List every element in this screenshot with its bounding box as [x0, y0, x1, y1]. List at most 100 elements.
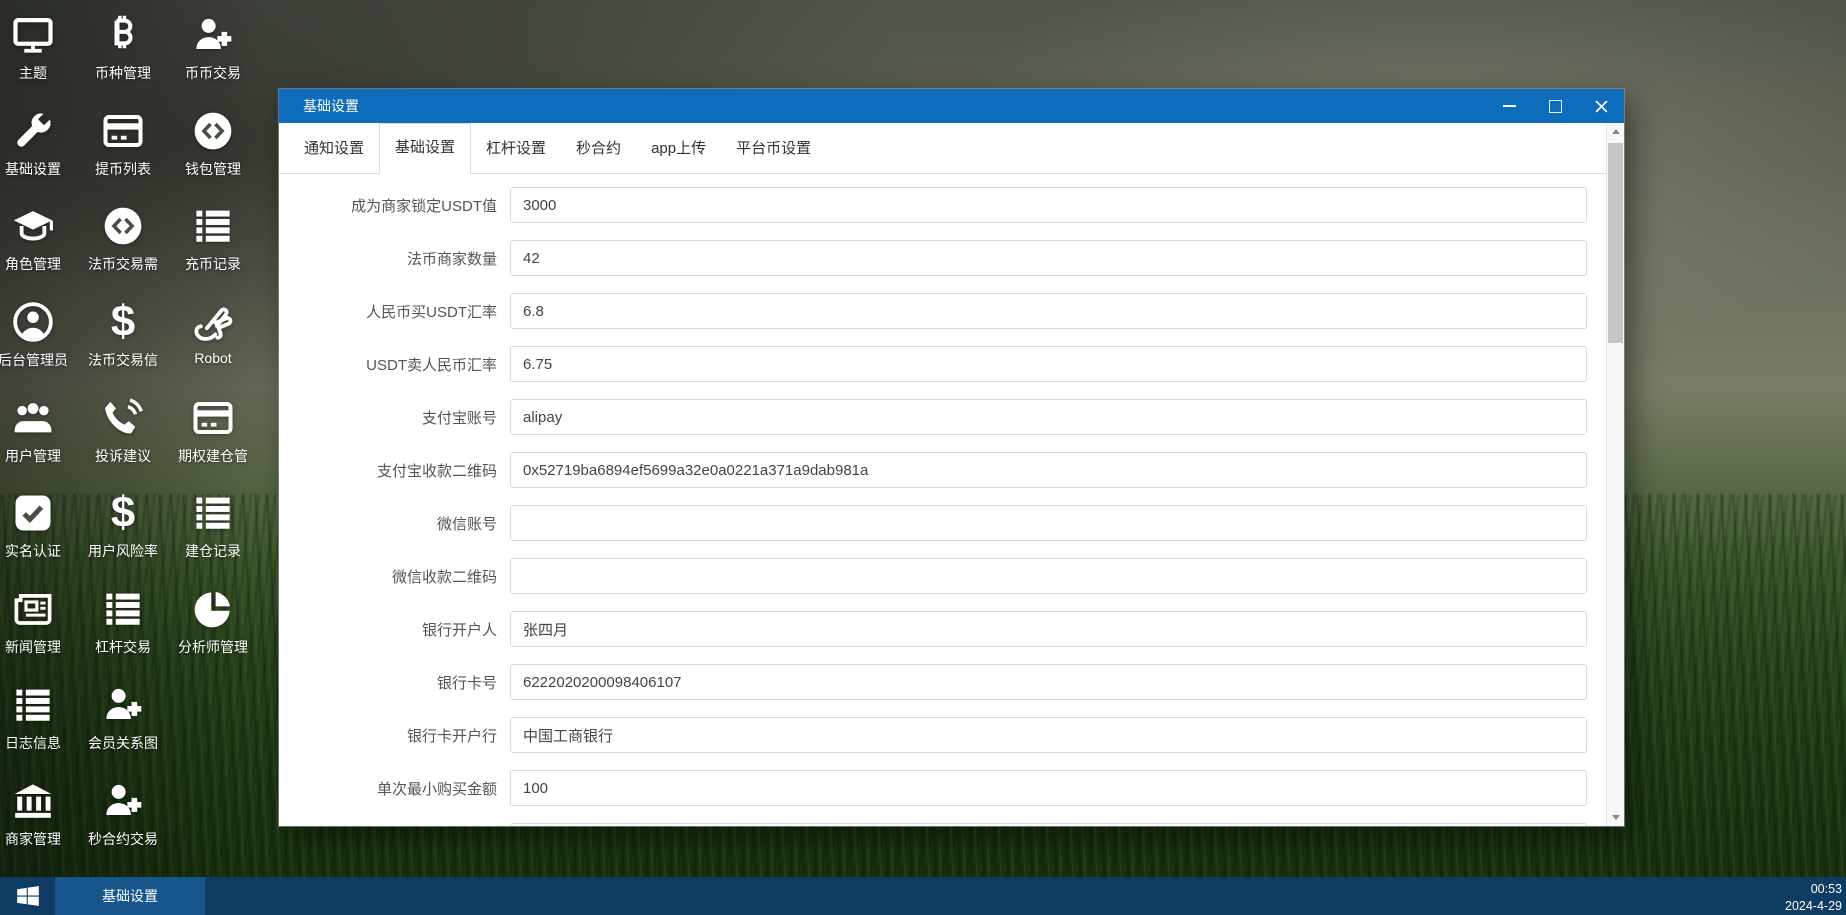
dialog-titlebar[interactable]: 基础设置 — [279, 89, 1624, 123]
form-field: 银行开户人 — [303, 611, 1624, 647]
dialog-tab[interactable]: app上传 — [636, 124, 721, 173]
sidebar-item[interactable]: 分析师管理 — [168, 582, 258, 678]
settings-form: 成为商家锁定USDT值 法币商家数量 人民币买USDT汇率 USDT卖人民币汇率… — [279, 174, 1624, 826]
graduation-cap-icon — [12, 205, 54, 247]
code-circle-icon — [192, 110, 234, 152]
form-field: 微信收款二维码 — [303, 558, 1624, 594]
sidebar-item-label: 投诉建议 — [95, 447, 151, 464]
credit-card-icon — [192, 397, 234, 439]
sidebar-item[interactable]: Robot — [168, 295, 258, 391]
wrench-icon — [12, 110, 54, 152]
form-field-input[interactable] — [510, 505, 1587, 541]
form-field-input[interactable] — [510, 187, 1587, 223]
form-field-input[interactable] — [510, 452, 1587, 488]
sidebar-item[interactable]: 秒合约交易 — [78, 774, 168, 870]
dialog-tab[interactable]: 杠杆设置 — [471, 124, 561, 173]
sidebar-item[interactable]: 建仓记录 — [168, 486, 258, 582]
form-field: 人民币买USDT汇率 — [303, 293, 1624, 329]
settings-dialog: 基础设置 通知设置 基础设置 杠杆设置 秒合约 app上传 平台币设置 成为商家锁定USD… — [279, 89, 1624, 826]
form-field-input[interactable] — [510, 293, 1587, 329]
close-icon — [1594, 99, 1608, 113]
sidebar-item-label: 实名认证 — [5, 543, 61, 560]
form-field-input[interactable] — [510, 399, 1587, 435]
form-field-label: 支付宝收款二维码 — [376, 462, 497, 480]
sidebar-item[interactable]: 用户风险率 — [78, 486, 168, 582]
sidebar-item-label: 充币记录 — [185, 256, 241, 273]
dialog-scrollbar[interactable] — [1606, 123, 1624, 826]
sidebar-item-label: 杠杆交易 — [95, 639, 151, 656]
check-square-icon — [12, 492, 54, 534]
sidebar-item[interactable]: 后台管理员 — [0, 295, 78, 391]
form-field-input[interactable] — [510, 823, 1587, 826]
sidebar-item[interactable]: 日志信息 — [0, 678, 78, 774]
sidebar-item-label: 基础设置 — [5, 160, 61, 177]
taskbar-task-button[interactable]: 基础设置 — [55, 877, 205, 915]
form-field-partial — [303, 823, 1624, 826]
sidebar-item[interactable]: 充币记录 — [168, 199, 258, 295]
dialog-title: 基础设置 — [303, 98, 359, 114]
sidebar-item-label: Robot — [194, 350, 232, 367]
scroll-down-button[interactable] — [1607, 809, 1624, 826]
sidebar-item[interactable]: 币币交易 — [168, 8, 258, 104]
scroll-up-button[interactable] — [1607, 123, 1624, 140]
sidebar-item[interactable]: 会员关系图 — [78, 678, 168, 774]
sidebar-item-label: 角色管理 — [5, 256, 61, 273]
sidebar-item-label: 币种管理 — [95, 65, 151, 81]
user-plus-icon — [192, 14, 234, 56]
sidebar-empty-cell — [168, 678, 258, 774]
sidebar-item[interactable]: 法币交易信 — [78, 295, 168, 391]
close-button[interactable] — [1578, 89, 1624, 123]
sidebar-item-label: 会员关系图 — [88, 734, 158, 751]
sidebar-item[interactable]: 角色管理 — [0, 199, 78, 295]
sidebar-item[interactable]: 期权建仓管 — [168, 391, 258, 487]
sidebar-item[interactable]: 主题 — [0, 8, 78, 104]
form-field-input[interactable] — [510, 611, 1587, 647]
start-button[interactable] — [0, 877, 55, 915]
sidebar-item-label: 商家管理 — [5, 830, 61, 847]
form-field-input[interactable] — [510, 770, 1587, 806]
sidebar-item[interactable]: 用户管理 — [0, 391, 78, 487]
sidebar-item[interactable]: 实名认证 — [0, 486, 78, 582]
windows-logo-icon — [15, 883, 41, 909]
minimize-button[interactable] — [1486, 89, 1532, 123]
hand-icon — [192, 301, 234, 343]
form-field-input[interactable] — [510, 558, 1587, 594]
sidebar-item-label: 用户风险率 — [88, 543, 158, 560]
sidebar-item[interactable]: 法币交易需 — [78, 199, 168, 295]
sidebar-item-label: 用户管理 — [5, 447, 61, 464]
scrollbar-thumb[interactable] — [1608, 143, 1623, 343]
form-field: 法币商家数量 — [303, 240, 1624, 276]
sidebar-item[interactable]: 基础设置 — [0, 104, 78, 200]
sidebar-item[interactable]: 钱包管理 — [168, 104, 258, 200]
minimize-icon — [1502, 105, 1516, 107]
sidebar-item-label: 分析师管理 — [178, 639, 248, 656]
sidebar-item[interactable]: 提币列表 — [78, 104, 168, 200]
sidebar-item[interactable]: 商家管理 — [0, 774, 78, 870]
maximize-button[interactable] — [1532, 89, 1578, 123]
taskbar-clock[interactable]: 00:53 2024-4-29 — [1785, 877, 1846, 915]
dialog-tabbar: 通知设置 基础设置 杠杆设置 秒合约 app上传 平台币设置 — [279, 123, 1624, 174]
sidebar-item[interactable]: 杠杆交易 — [78, 582, 168, 678]
form-field-input[interactable] — [510, 664, 1587, 700]
sidebar-item-label: 币币交易 — [185, 65, 241, 81]
list-icon — [12, 684, 54, 726]
sidebar-item[interactable]: 新闻管理 — [0, 582, 78, 678]
bank-icon — [12, 780, 54, 822]
form-field-input[interactable] — [510, 717, 1587, 753]
dialog-tab[interactable]: 平台币设置 — [721, 124, 826, 173]
display-icon — [12, 14, 54, 56]
dollar-icon — [102, 301, 144, 343]
sidebar-item[interactable]: 投诉建议 — [78, 391, 168, 487]
form-field-input[interactable] — [510, 240, 1587, 276]
sidebar-item-label: 法币交易信 — [88, 352, 158, 369]
window-controls — [1486, 89, 1624, 123]
list-icon — [192, 205, 234, 247]
dialog-tab[interactable]: 秒合约 — [561, 124, 636, 173]
sidebar-item-label: 秒合约交易 — [88, 830, 158, 847]
sidebar-item[interactable]: 币种管理 — [78, 8, 168, 104]
dialog-tab[interactable]: 通知设置 — [289, 124, 379, 173]
dialog-tab[interactable]: 基础设置 — [379, 123, 472, 174]
clock-date: 2024-4-29 — [1785, 898, 1842, 913]
form-field-input[interactable] — [510, 346, 1587, 382]
scroll-up-icon — [1611, 129, 1620, 134]
